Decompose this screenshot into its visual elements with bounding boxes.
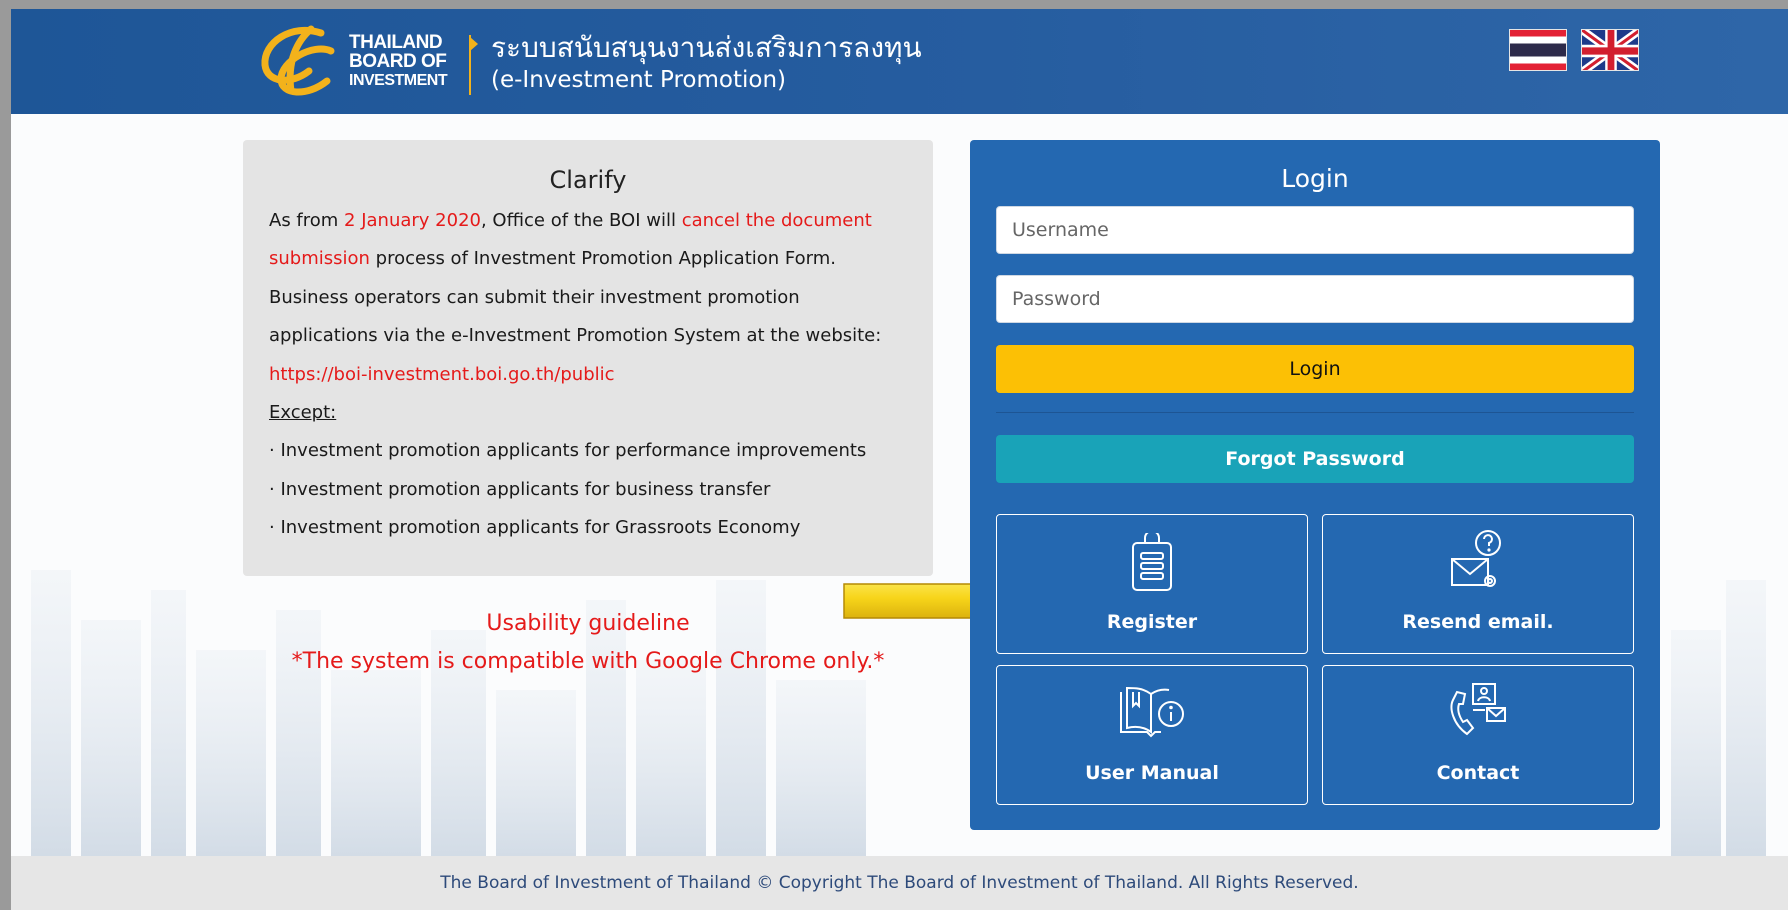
user-manual-tile[interactable]: User Manual (996, 665, 1308, 805)
resend-email-tile[interactable]: Resend email. (1322, 514, 1634, 654)
usability-title[interactable]: Usability guideline (243, 605, 933, 643)
except-item: · Investment promotion applicants for bu… (269, 478, 771, 500)
phone-contact-icon (1450, 683, 1506, 736)
boi-logo[interactable]: THAILAND BOARD OF INVESTMENT (251, 19, 481, 104)
login-button[interactable]: Login (996, 345, 1634, 393)
clarify-date: 2 January 2020 (344, 210, 481, 231)
page: THAILAND BOARD OF INVESTMENT ระบบสนับสนุ… (0, 0, 1788, 919)
login-divider (996, 412, 1634, 413)
contact-tile[interactable]: Contact (1322, 665, 1634, 805)
window-bottom-edge (0, 910, 1788, 919)
logo-line-2: BOARD OF (349, 51, 447, 72)
clipboard-icon (1132, 533, 1172, 591)
register-tile[interactable]: Register (996, 514, 1308, 654)
boi-logo-icon (261, 25, 335, 96)
forgot-password-button[interactable]: Forgot Password (996, 435, 1634, 483)
clarify-text: As from 2 January 2020, Office of the BO… (243, 202, 933, 548)
logo-line-1: THAILAND (349, 32, 443, 53)
clarify-heading: Clarify (549, 166, 627, 194)
thai-flag-icon[interactable] (1509, 29, 1567, 71)
browser-compat-note: *The system is compatible with Google Ch… (291, 649, 885, 674)
uk-flag-icon[interactable] (1581, 29, 1639, 71)
mail-question-icon (1451, 530, 1501, 587)
window-top-edge (0, 0, 1788, 9)
site-header: THAILAND BOARD OF INVESTMENT ระบบสนับสนุ… (11, 9, 1788, 114)
uk-flag-drawing (1582, 30, 1638, 70)
logo-line-3: INVESTMENT (349, 72, 448, 89)
usability-guideline: Usability guideline *The system is compa… (243, 605, 933, 681)
clarify-text-intro: As from (269, 210, 345, 231)
register-label: Register (1106, 611, 1198, 633)
login-panel: Login Login Forgot Password Register (970, 140, 1660, 830)
window-edge (0, 0, 11, 919)
header-title-english: (e-Investment Promotion) (491, 67, 787, 93)
username-input[interactable] (996, 206, 1634, 254)
header-title-thai: ระบบสนับสนุนงานส่งเสริมการลงทุน (491, 31, 922, 64)
clarify-panel: Clarify As from 2 January 2020, Office o… (243, 140, 933, 576)
site-footer: The Board of Investment of Thailand © Co… (11, 856, 1788, 910)
except-label: Except: (269, 402, 337, 424)
user-manual-label: User Manual (1085, 762, 1219, 784)
resend-email-label: Resend email. (1402, 611, 1554, 633)
header-title: ระบบสนับสนุนงานส่งเสริมการลงทุน (e-Inves… (491, 31, 922, 95)
logo-text: THAILAND BOARD OF INVESTMENT (349, 32, 448, 90)
public-website-link[interactable]: https://boi-investment.boi.go.th/public (269, 364, 615, 385)
logo-divider-tip (470, 37, 478, 51)
except-item: · Investment promotion applicants for pe… (269, 440, 867, 462)
contact-label: Contact (1436, 762, 1520, 784)
login-heading: Login (1281, 164, 1349, 193)
password-input[interactable] (996, 275, 1634, 323)
clarify-text-office: , Office of the BOI will (480, 210, 682, 231)
except-item: · Investment promotion applicants for Gr… (269, 517, 801, 539)
book-info-icon (1120, 686, 1184, 738)
